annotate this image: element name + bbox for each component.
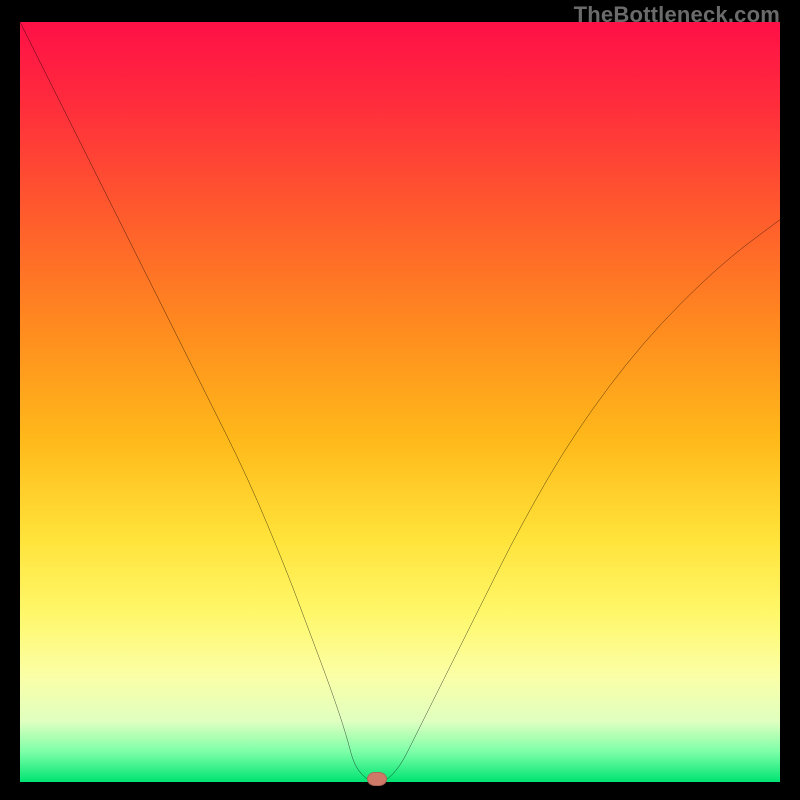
bottleneck-curve (20, 22, 780, 782)
optimal-point-marker (367, 772, 387, 786)
chart-frame: TheBottleneck.com (0, 0, 800, 800)
plot-area (20, 22, 780, 782)
